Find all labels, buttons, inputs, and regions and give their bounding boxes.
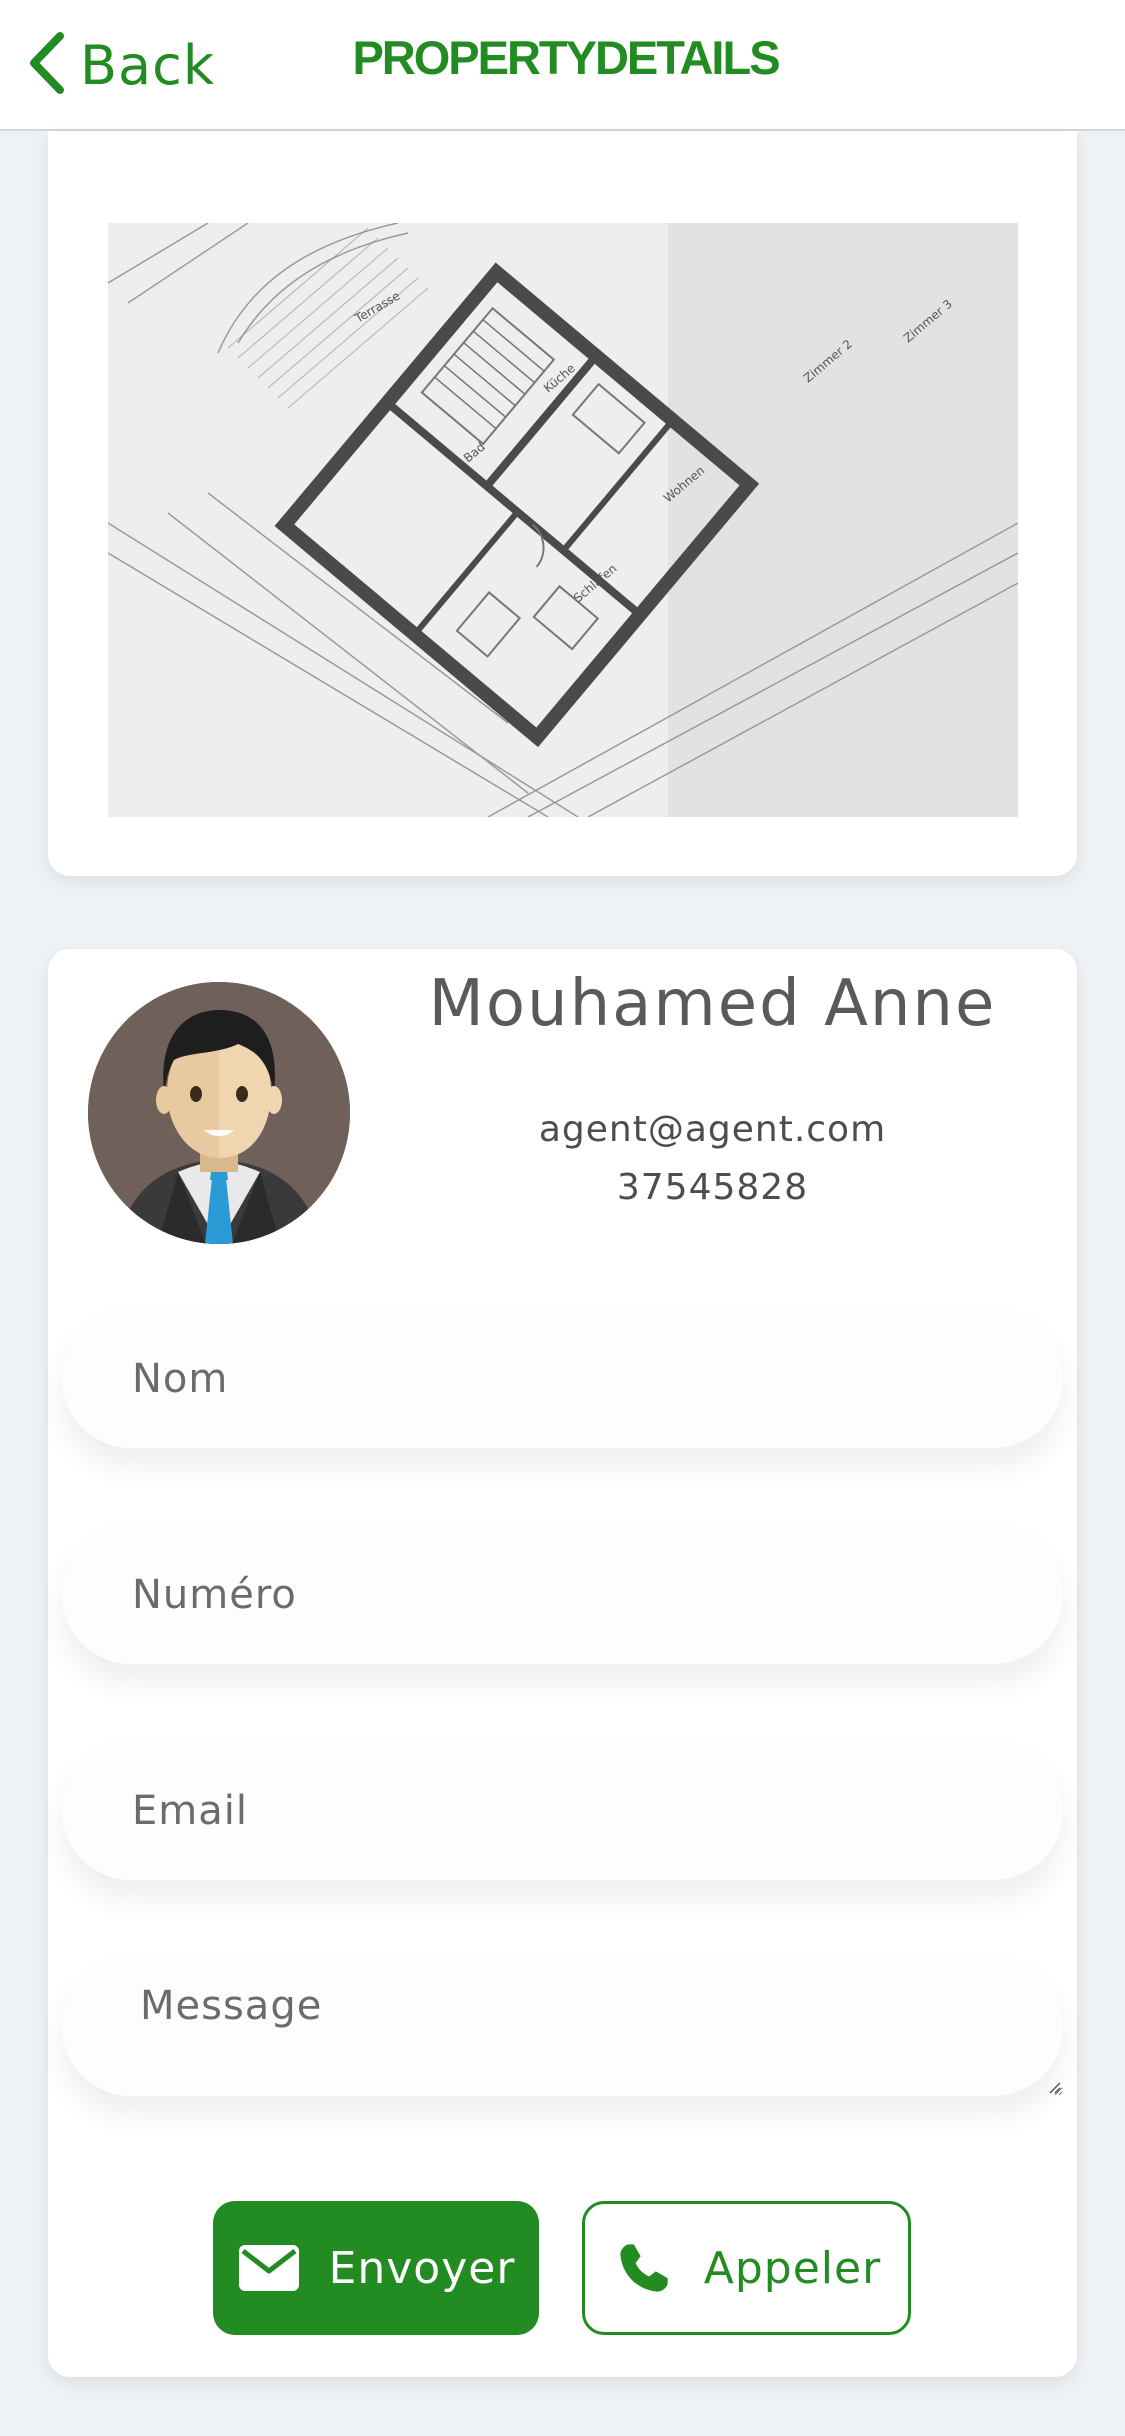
phone-icon	[612, 2241, 676, 2295]
name-input[interactable]	[62, 1310, 1063, 1448]
send-button[interactable]: Envoyer	[213, 2201, 539, 2335]
property-floor-plan-image[interactable]: Terrasse Küche Bad Wohnen Schlafen Zimme…	[108, 223, 1018, 817]
page-title: PROPERTYDETAILS	[352, 31, 780, 84]
call-button-label: Appeler	[703, 2242, 882, 2294]
agent-name: Mouhamed Anne	[428, 967, 997, 1041]
agent-avatar	[88, 982, 350, 1244]
email-input[interactable]	[62, 1742, 1063, 1880]
property-image-card: Terrasse Küche Bad Wohnen Schlafen Zimme…	[48, 131, 1077, 876]
agent-contact-card: Mouhamed Anne agent@agent.com 37545828 E…	[48, 949, 1077, 2377]
send-button-label: Envoyer	[328, 2242, 516, 2294]
top-navigation-bar: Back PROPERTYDETAILS	[0, 0, 1125, 131]
envelope-icon	[237, 2241, 301, 2295]
message-textarea[interactable]	[62, 1958, 1063, 2096]
agent-email: agent@agent.com	[538, 1109, 887, 1150]
resize-handle-icon[interactable]	[1048, 2081, 1062, 2095]
phone-number-input[interactable]	[62, 1526, 1063, 1664]
agent-phone: 37545828	[616, 1167, 809, 1208]
call-button[interactable]: Appeler	[582, 2201, 911, 2335]
